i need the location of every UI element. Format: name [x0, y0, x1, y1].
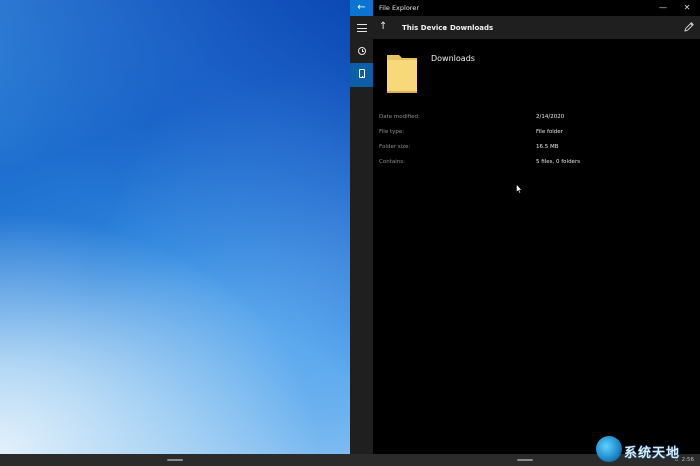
folder-name: Downloads [431, 54, 475, 63]
folder-icon [387, 55, 417, 93]
nav-item-this-device[interactable] [350, 63, 373, 87]
app-title: File Explorer [379, 4, 420, 12]
nav-rail [350, 16, 373, 454]
this-device-icon [359, 69, 365, 78]
watermark: 系统天地 [596, 436, 700, 466]
up-arrow-icon[interactable]: ↑ [379, 21, 387, 33]
hamburger-menu-icon[interactable] [350, 16, 373, 40]
folder-size-label: Folder size: [379, 144, 411, 150]
contains-value: 5 files, 0 folders [536, 159, 581, 165]
mouse-cursor-icon [516, 184, 522, 194]
contains-label: Contains: [379, 159, 405, 165]
recent-clock-icon [358, 47, 366, 55]
desktop-wallpaper [0, 0, 350, 454]
breadcrumb-downloads[interactable]: Downloads [450, 23, 493, 33]
details-pane: Downloads Date modified: 2/14/2020 File … [373, 39, 700, 454]
minimize-button[interactable]: — [652, 0, 674, 16]
nav-item-recent[interactable] [350, 39, 373, 63]
breadcrumb-separator: › [444, 24, 447, 32]
file-explorer-window: ← File Explorer — ✕ ↑ This Device › Down… [350, 0, 700, 454]
taskbar: ⌂ 2:56 [0, 454, 700, 466]
right-screen-handle[interactable] [517, 459, 533, 461]
pencil-icon[interactable] [683, 21, 695, 33]
back-button[interactable]: ← [350, 0, 373, 16]
breadcrumb-this-device[interactable]: This Device [402, 23, 447, 33]
date-modified-label: Date modified: [379, 114, 420, 120]
title-bar: ← File Explorer — ✕ [350, 0, 700, 16]
file-type-label: File type: [379, 129, 405, 135]
file-type-value: File folder [536, 129, 563, 135]
watermark-text: 系统天地 [624, 446, 681, 461]
watermark-logo-icon [596, 436, 622, 462]
folder-size-value: 16.5 MB [536, 144, 559, 150]
toolbar: ↑ This Device › Downloads [373, 16, 700, 39]
close-button[interactable]: ✕ [676, 0, 698, 16]
left-screen-handle[interactable] [167, 459, 183, 461]
arrow-left-icon: ← [357, 2, 366, 13]
date-modified-value: 2/14/2020 [536, 114, 565, 120]
